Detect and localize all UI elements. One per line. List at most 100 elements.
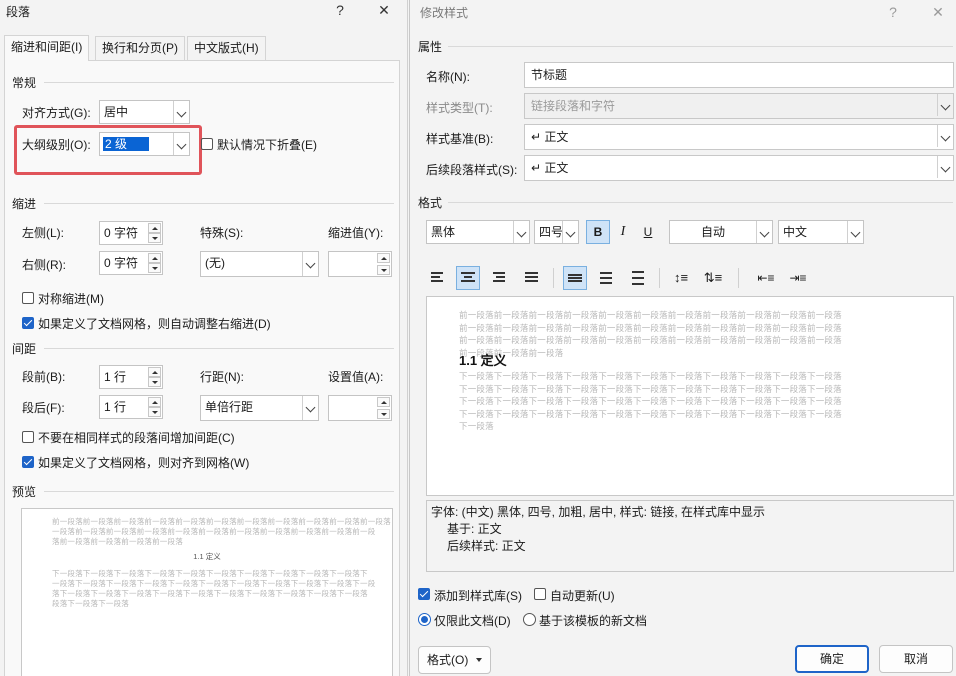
justify-button[interactable] [520,266,544,290]
align-left-button[interactable] [426,266,450,290]
underline-button[interactable]: U [637,220,659,244]
divider [44,82,394,83]
mirror-indent-label[interactable]: 对称缩进(M) [38,291,104,307]
chevron-down-icon[interactable] [847,221,863,243]
add-to-gallery-label[interactable]: 添加到样式库(S) [434,587,522,604]
name-input[interactable]: 节标题 [524,62,954,88]
spin-down-icon[interactable] [377,265,390,275]
font-color-select[interactable]: 自动 [669,220,773,244]
italic-button[interactable]: I [612,220,634,244]
single-spacing-button[interactable] [563,266,587,290]
chevron-down-icon[interactable] [937,156,953,178]
chevron-down-icon[interactable] [937,125,953,147]
right-indent-spinner[interactable]: 0 字符 [99,251,163,275]
space-before-label: 段前(B): [22,370,66,384]
chevron-down-icon[interactable] [302,252,318,276]
chevron-down-icon[interactable] [562,221,578,243]
spin-down-icon[interactable] [148,233,161,243]
chevron-down-icon[interactable] [513,221,529,243]
left-indent-label: 左侧(L): [22,226,65,240]
snap-to-grid-label[interactable]: 如果定义了文档网格，则对齐到网格(W) [38,455,249,471]
outline-level-select[interactable]: 2 级 [99,132,190,156]
based-on-select[interactable]: ↵ 正文 [524,124,954,150]
increase-spacing-button[interactable]: ↕≡ [669,266,693,290]
no-space-same-style-label[interactable]: 不要在相同样式的段落间增加间距(C) [38,430,235,446]
spin-up-icon[interactable] [377,253,390,263]
bold-button[interactable]: B [586,220,610,244]
increase-indent-button[interactable]: ⇥≡ [786,266,810,290]
spin-down-icon[interactable] [148,377,161,387]
description-line: 基于: 正文 [447,522,502,536]
collapse-checkbox[interactable] [201,138,213,150]
new-documents-label[interactable]: 基于该模板的新文档 [539,612,647,629]
preview-next-line: 下一段落 [459,421,494,431]
next-style-select[interactable]: ↵ 正文 [524,155,954,181]
preview-prev-line: 落前一段落前一段落前一段落前一段落 [52,537,183,546]
chevron-down-icon[interactable] [302,396,318,420]
font-select[interactable]: 黑体 [426,220,530,244]
special-select[interactable]: (无) [200,251,319,277]
general-group-title: 常规 [12,76,37,90]
space-after-spinner[interactable]: 1 行 [99,395,163,419]
indent-by-spinner[interactable] [328,251,392,277]
spin-up-icon[interactable] [148,367,161,377]
only-this-document-radio[interactable] [418,613,431,626]
align-center-button[interactable] [456,266,480,290]
auto-right-indent-label[interactable]: 如果定义了文档网格，则自动调整右缩进(D) [38,316,271,332]
collapse-label[interactable]: 默认情况下折叠(E) [217,137,317,153]
spin-up-icon[interactable] [148,397,161,407]
line-spacing-select[interactable]: 单倍行距 [200,395,319,421]
spin-up-icon[interactable] [377,397,390,407]
align-right-button[interactable] [488,266,512,290]
at-spinner[interactable] [328,395,392,421]
cancel-button[interactable]: 取消 [879,645,953,673]
divider [738,268,739,288]
close-icon[interactable]: ✕ [928,2,948,22]
no-space-same-style-checkbox[interactable] [22,431,34,443]
tab-line-page-breaks[interactable]: 换行和分页(P) [95,36,185,60]
auto-right-indent-checkbox[interactable] [22,317,34,329]
help-icon[interactable]: ? [883,2,903,22]
one-half-spacing-button[interactable] [595,266,619,290]
auto-update-label[interactable]: 自动更新(U) [550,587,615,604]
tab-asian-typography[interactable]: 中文版式(H) [187,36,266,60]
help-icon[interactable]: ? [330,0,350,20]
double-spacing-button[interactable] [627,266,651,290]
tab-indent-spacing[interactable]: 缩进和间距(I) [4,35,90,61]
format-menu-button[interactable]: 格式(O) [418,646,491,674]
spin-down-icon[interactable] [148,407,161,417]
spin-up-icon[interactable] [148,223,161,233]
alignment-select[interactable]: 居中 [99,100,190,124]
close-icon[interactable]: ✕ [374,0,394,20]
preview-next-line: 下一段落下一段落下一段落下一段落下一段落下一段落下一段落下一段落下一段落下一段落… [52,569,368,578]
increase-spacing-icon: ↕≡ [673,270,689,285]
space-before-spinner[interactable]: 1 行 [99,365,163,389]
spin-up-icon[interactable] [148,253,161,263]
decrease-indent-button[interactable]: ⇤≡ [754,266,778,290]
left-indent-spinner[interactable]: 0 字符 [99,221,163,245]
font-size-select[interactable]: 四号 [534,220,579,244]
spin-down-icon[interactable] [148,263,161,273]
chevron-down-icon[interactable] [173,101,189,123]
decrease-spacing-button[interactable]: ⇅≡ [701,266,725,290]
auto-update-checkbox[interactable] [534,588,546,600]
alignment-label: 对齐方式(G): [22,106,91,120]
space-after-value: 1 行 [104,400,127,414]
style-type-label: 样式类型(T): [426,101,493,115]
format-group-title: 格式 [418,196,443,210]
spin-down-icon[interactable] [377,409,390,419]
mirror-indent-checkbox[interactable] [22,292,34,304]
snap-to-grid-checkbox[interactable] [22,456,34,468]
divider [44,491,394,492]
dropdown-arrow-icon [476,658,482,662]
only-this-document-label[interactable]: 仅限此文档(D) [434,612,511,629]
based-on-value: ↵ 正文 [531,130,569,144]
right-indent-label: 右侧(R): [22,258,66,272]
script-select[interactable]: 中文 [778,220,864,244]
ok-button[interactable]: 确定 [795,645,869,673]
chevron-down-icon[interactable] [756,221,772,243]
add-to-gallery-checkbox[interactable] [418,588,430,600]
chevron-down-icon[interactable] [173,133,189,155]
preview-next-line: 下一段落下一段落下一段落下一段落下一段落下一段落下一段落下一段落下一段落下一段落… [459,371,842,381]
new-documents-radio[interactable] [523,613,536,626]
